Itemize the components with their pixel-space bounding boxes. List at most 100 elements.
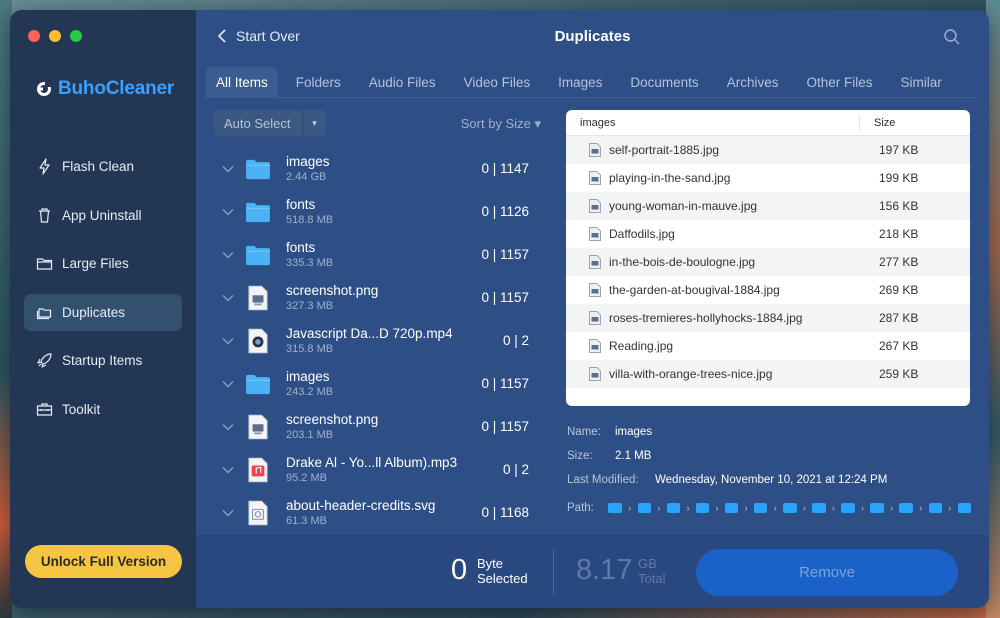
- group-count: 0 | 1157: [481, 247, 529, 262]
- sidebar-item-label: Duplicates: [62, 304, 126, 320]
- file-row[interactable]: roses-tremieres-hollyhocks-1884.jpg 287 K…: [566, 304, 970, 332]
- meta-size-value: 2.1 MB: [615, 450, 652, 462]
- total-size-label: Total: [638, 571, 666, 586]
- file-size: 259 KB: [879, 367, 919, 381]
- duplicate-group-row[interactable]: Drake Al - Yo...ll Album).mp3 95.2 MB 0 | …: [214, 448, 541, 491]
- group-count: 0 | 2: [502, 462, 529, 477]
- path-folder-icon[interactable]: [695, 503, 710, 513]
- selected-size-label: Selected: [477, 571, 528, 586]
- path-folder-icon[interactable]: [783, 503, 797, 513]
- remove-button[interactable]: Remove: [696, 549, 958, 596]
- group-count: 0 | 1147: [481, 161, 529, 176]
- tab-archives[interactable]: Archives: [717, 67, 789, 97]
- tab-documents[interactable]: Documents: [620, 67, 708, 97]
- sidebar-item-label: App Uninstall: [62, 207, 142, 223]
- path-folder-icon[interactable]: [724, 503, 739, 513]
- path-folder-icon[interactable]: [666, 503, 681, 513]
- column-header-size[interactable]: Size: [860, 117, 895, 129]
- path-folder-icon[interactable]: [637, 503, 652, 513]
- app-window: BuhoCleaner Flash Clean App Uninstall La…: [10, 10, 989, 608]
- toolbox-icon: [36, 402, 53, 416]
- chevron-down-icon[interactable]: [222, 380, 234, 388]
- duplicate-group-row[interactable]: Javascript Da...D 720p.mp4 315.8 MB 0 | 2: [214, 319, 541, 362]
- path-folder-icon[interactable]: [812, 503, 826, 513]
- file-row[interactable]: villa-with-orange-trees-nice.jpg 259 KB: [566, 360, 970, 388]
- chevron-down-icon[interactable]: [222, 509, 234, 517]
- path-folder-icon[interactable]: [841, 503, 855, 513]
- audio-file-icon: [244, 456, 272, 484]
- duplicate-group-row[interactable]: fonts 518.8 MB 0 | 1126: [214, 190, 541, 233]
- duplicate-group-row[interactable]: about-header-credits.svg 61.3 MB 0 | 1168: [214, 491, 541, 534]
- path-folder-icon[interactable]: [870, 503, 884, 513]
- path-folder-icon[interactable]: [957, 503, 972, 513]
- tab-video-files[interactable]: Video Files: [454, 67, 541, 97]
- auto-select-dropdown[interactable]: Auto Select ▾: [214, 110, 326, 136]
- sidebar-item-label: Toolkit: [62, 401, 101, 417]
- brand: BuhoCleaner: [36, 78, 174, 100]
- minimize-window-button[interactable]: [49, 30, 61, 42]
- folder-icon: [244, 155, 272, 183]
- image-file-icon: [589, 255, 601, 269]
- unlock-full-version-button[interactable]: Unlock Full Version: [25, 545, 182, 578]
- duplicate-group-row[interactable]: fonts 335.3 MB 0 | 1157: [214, 233, 541, 276]
- chevron-left-icon: [217, 29, 226, 43]
- meta-name-value: images: [615, 426, 653, 438]
- sidebar-item-duplicates[interactable]: Duplicates: [24, 293, 182, 331]
- sidebar-item-app-uninstall[interactable]: App Uninstall: [24, 197, 182, 234]
- path-folder-icon[interactable]: [899, 503, 913, 513]
- duplicate-group-row[interactable]: images 2.44 GB 0 | 1147: [214, 147, 541, 190]
- duplicate-group-row[interactable]: images 243.2 MB 0 | 1157: [214, 362, 541, 405]
- sidebar-item-label: Flash Clean: [62, 159, 135, 174]
- chevron-down-icon[interactable]: [222, 337, 234, 345]
- duplicate-group-row[interactable]: screenshot.png 327.3 MB 0 | 1157: [214, 276, 541, 319]
- chevron-down-icon[interactable]: [222, 466, 234, 474]
- image-file-icon: [589, 143, 601, 157]
- tab-all-items[interactable]: All Items: [206, 67, 278, 97]
- sidebar-item-toolkit[interactable]: Toolkit: [24, 391, 182, 428]
- chevron-right-icon: ›: [628, 503, 632, 513]
- path-folder-icon[interactable]: [928, 503, 942, 513]
- path-folder-icon[interactable]: [608, 503, 622, 513]
- column-header-name[interactable]: images: [566, 114, 860, 131]
- close-window-button[interactable]: [28, 30, 40, 42]
- chevron-down-icon[interactable]: [222, 165, 234, 173]
- sidebar-item-label: Large Files: [62, 256, 129, 271]
- file-row[interactable]: self-portrait-1885.jpg 197 KB: [566, 136, 970, 164]
- chevron-down-icon[interactable]: [222, 208, 234, 216]
- chevron-down-icon[interactable]: [222, 294, 234, 302]
- path-folder-icon[interactable]: [753, 503, 768, 513]
- file-name: the-garden-at-bougival-1884.jpg: [609, 283, 780, 297]
- file-row[interactable]: in-the-bois-de-boulogne.jpg 277 KB: [566, 248, 970, 276]
- start-over-button[interactable]: Start Over: [216, 28, 300, 44]
- sort-by-size-dropdown[interactable]: Sort by Size ▾: [461, 116, 541, 132]
- selected-size-unit: Byte: [477, 556, 504, 571]
- file-row[interactable]: young-woman-in-mauve.jpg 156 KB: [566, 192, 970, 220]
- file-row[interactable]: Daffodils.jpg 218 KB: [566, 220, 970, 248]
- file-row[interactable]: the-garden-at-bougival-1884.jpg 269 KB: [566, 276, 970, 304]
- tab-other-files[interactable]: Other Files: [796, 67, 882, 97]
- group-count: 0 | 1157: [481, 376, 529, 391]
- tab-audio-files[interactable]: Audio Files: [359, 67, 446, 97]
- chevron-down-icon[interactable]: [222, 251, 234, 259]
- search-icon[interactable]: [943, 28, 961, 46]
- sidebar-item-startup-items[interactable]: Startup Items: [24, 342, 182, 379]
- sidebar-item-flash-clean[interactable]: Flash Clean: [24, 148, 182, 185]
- file-size: 156 KB: [879, 199, 919, 213]
- file-row[interactable]: Reading.jpg 267 KB: [566, 332, 970, 360]
- file-size: 269 KB: [879, 283, 919, 297]
- tab-folders[interactable]: Folders: [286, 67, 351, 97]
- chevron-down-icon[interactable]: ▾: [303, 118, 326, 129]
- chevron-right-icon: ›: [890, 503, 894, 513]
- sidebar-item-large-files[interactable]: Large Files: [24, 245, 182, 282]
- file-size: 277 KB: [879, 255, 919, 269]
- zoom-window-button[interactable]: [70, 30, 82, 42]
- trash-icon: [39, 207, 50, 223]
- tab-similar[interactable]: Similar: [890, 67, 951, 97]
- chevron-down-icon[interactable]: [222, 423, 234, 431]
- tab-images[interactable]: Images: [548, 67, 612, 97]
- file-row[interactable]: playing-in-the-sand.jpg 199 KB: [566, 164, 970, 192]
- file-name: villa-with-orange-trees-nice.jpg: [609, 367, 773, 381]
- group-count: 0 | 2: [502, 333, 529, 348]
- group-count: 0 | 1157: [481, 290, 529, 305]
- duplicate-group-row[interactable]: screenshot.png 203.1 MB 0 | 1157: [214, 405, 541, 448]
